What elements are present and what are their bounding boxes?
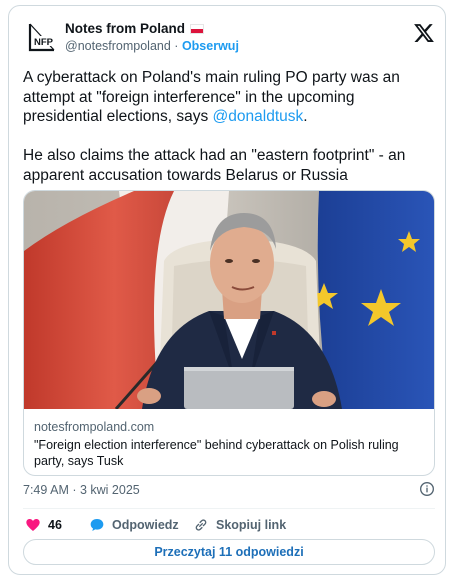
copy-link-button[interactable]: Skopiuj link (193, 514, 286, 536)
heart-icon (26, 519, 40, 531)
author-name[interactable]: Notes from Poland (65, 20, 185, 37)
tweet-text: A cyberattack on Poland's main ruling PO… (23, 68, 435, 185)
author-handle[interactable]: @notesfrompoland (65, 39, 171, 53)
info-icon[interactable] (419, 481, 435, 497)
tweet-paragraph-2: He also claims the attack had an "easter… (23, 147, 406, 184)
tweet-paragraph-1-end: . (303, 108, 308, 125)
mention-link[interactable]: @donaldtusk (213, 108, 304, 125)
like-count: 46 (48, 518, 62, 532)
author-sub-row: @notesfrompoland · Obserwuj (65, 38, 239, 55)
tweet-timestamp[interactable]: 7:49 AM · 3 kwi 2025 (23, 483, 140, 497)
read-replies-button[interactable]: Przeczytaj 11 odpowiedzi (23, 539, 435, 565)
link-domain[interactable]: notesfrompoland.com (34, 419, 429, 435)
author-name-row[interactable]: Notes from Poland (65, 20, 239, 37)
read-replies-label: Przeczytaj 11 odpowiedzi (154, 545, 304, 559)
tweet-header: NFP Notes from Poland @notesfrompoland ·… (23, 18, 435, 58)
link-card-meta[interactable]: notesfrompoland.com "Foreign election in… (34, 419, 429, 469)
link-card-image[interactable] (24, 191, 435, 409)
tweet-paragraph-1-text: A cyberattack on Poland's main ruling PO… (23, 69, 400, 125)
x-logo-icon[interactable] (413, 22, 435, 44)
copy-link-label: Skopiuj link (216, 518, 287, 532)
link-headline[interactable]: "Foreign election interference" behind c… (34, 437, 429, 469)
link-card[interactable]: notesfrompoland.com "Foreign election in… (23, 190, 435, 476)
reply-label: Odpowiedz (112, 518, 179, 532)
action-bar: 46 Odpowiedz Skopiuj link (23, 514, 435, 536)
like-button[interactable]: 46 (25, 514, 62, 536)
divider (23, 508, 435, 509)
nfp-logo[interactable]: NFP (27, 22, 57, 54)
follow-button[interactable]: Obserwuj (182, 39, 239, 53)
reply-button[interactable]: Odpowiedz (89, 514, 179, 536)
link-icon (195, 519, 207, 531)
tweet-paragraph-1: A cyberattack on Poland's main ruling PO… (23, 68, 435, 127)
author-block: Notes from Poland @notesfrompoland · Obs… (65, 20, 239, 55)
poland-flag-icon (190, 23, 205, 34)
separator-dot: · (174, 39, 179, 53)
logo-text: NFP (34, 37, 54, 48)
reply-bubble-icon (90, 519, 104, 531)
tweet-card: NFP Notes from Poland @notesfrompoland ·… (8, 5, 446, 575)
